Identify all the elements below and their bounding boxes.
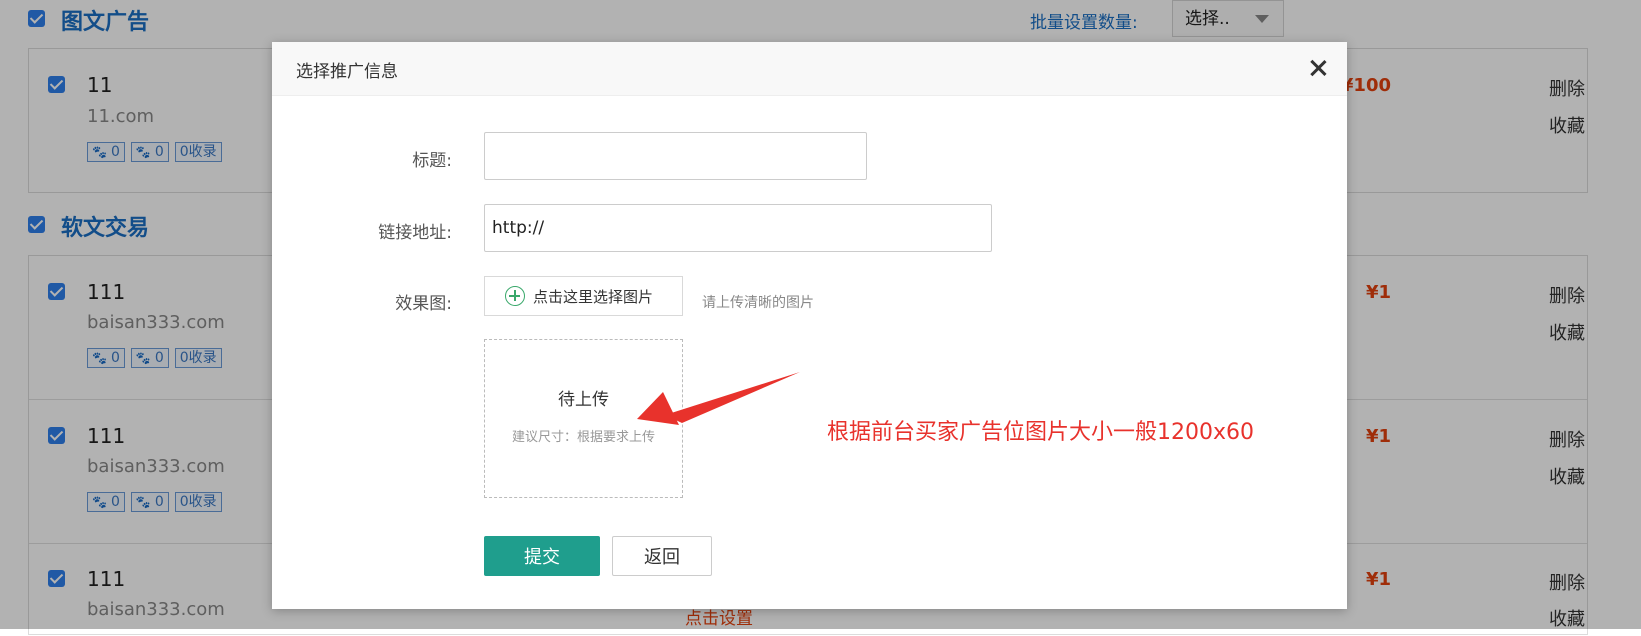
back-button[interactable]: 返回 xyxy=(612,536,712,576)
arrow-shaft xyxy=(665,372,800,423)
promotion-info-dialog: 选择推广信息 标题: 链接地址: 效果图: 点击这里选择图片 请上传清晰的图片 … xyxy=(272,42,1347,609)
annotation-note: 根据前台买家广告位图片大小一般1200x60 xyxy=(827,420,1255,445)
annotation-arrow xyxy=(637,372,800,425)
submit-button[interactable]: 提交 xyxy=(484,536,600,576)
arrow-head xyxy=(637,392,679,425)
